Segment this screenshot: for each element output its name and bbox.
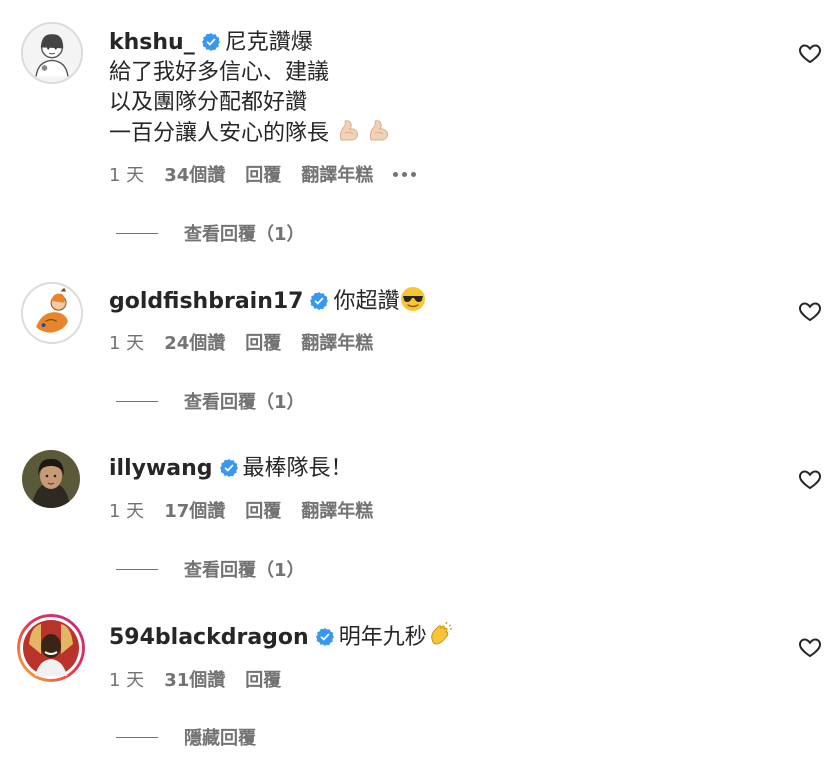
comment-text: 594blackdragon 明年九秒 bbox=[109, 622, 453, 653]
translate-button[interactable]: 翻譯年糕 bbox=[301, 329, 373, 355]
comment-line: 你超讚 bbox=[333, 289, 400, 314]
avatar-illustration bbox=[23, 24, 81, 82]
comment-text: illywang 最棒隊長！ bbox=[109, 454, 353, 484]
comment-line: 給了我好多信心、建議 bbox=[109, 60, 330, 85]
reply-button[interactable]: 回覆 bbox=[245, 666, 281, 692]
flexed-biceps-icon bbox=[366, 118, 392, 144]
flexed-biceps-icon bbox=[336, 118, 362, 144]
avatar[interactable] bbox=[21, 282, 83, 344]
more-options-icon[interactable] bbox=[393, 171, 417, 177]
hide-replies-label: 隱藏回覆 bbox=[184, 728, 256, 749]
reply-button[interactable]: 回覆 bbox=[245, 497, 281, 523]
comment-time[interactable]: 1 天 bbox=[109, 497, 144, 523]
verified-badge-icon bbox=[219, 458, 239, 478]
divider bbox=[116, 400, 158, 402]
comment-meta: 1 天 31個讚 回覆 bbox=[109, 666, 301, 692]
view-replies-label: 查看回覆（1） bbox=[184, 224, 305, 245]
comment-text: goldfishbrain17 你超讚 bbox=[109, 286, 426, 317]
comment-line: 最棒隊長！ bbox=[242, 456, 353, 481]
username-link[interactable]: illywang bbox=[109, 456, 213, 481]
reply-button[interactable]: 回覆 bbox=[245, 161, 281, 187]
like-heart-icon[interactable] bbox=[798, 467, 822, 491]
likes-count[interactable]: 24個讚 bbox=[164, 329, 225, 355]
username-link[interactable]: goldfishbrain17 bbox=[109, 289, 303, 314]
avatar[interactable] bbox=[22, 450, 80, 508]
verified-badge-icon bbox=[201, 32, 221, 52]
avatar-illustration bbox=[23, 284, 81, 342]
view-replies-label: 查看回覆（1） bbox=[184, 560, 305, 581]
divider bbox=[116, 568, 158, 570]
likes-count[interactable]: 31個讚 bbox=[164, 666, 225, 692]
reply-button[interactable]: 回覆 bbox=[245, 329, 281, 355]
comment-time[interactable]: 1 天 bbox=[109, 666, 144, 692]
hide-replies-button[interactable]: 隱藏回覆 bbox=[116, 724, 256, 750]
avatar-photo bbox=[17, 614, 85, 682]
view-replies-button[interactable]: 查看回覆（1） bbox=[116, 220, 305, 246]
comment-text: khshu_ 尼克讚爆 給了我好多信心、建議 以及團隊分配都好讚 一百分讓人安心的… bbox=[109, 28, 392, 149]
username-link[interactable]: khshu_ bbox=[109, 30, 195, 55]
like-heart-icon[interactable] bbox=[798, 635, 822, 659]
comment-meta: 1 天 17個讚 回覆 翻譯年糕 bbox=[109, 497, 393, 523]
comment-time[interactable]: 1 天 bbox=[109, 329, 144, 355]
divider bbox=[116, 232, 158, 234]
avatar[interactable] bbox=[21, 22, 83, 84]
like-heart-icon[interactable] bbox=[798, 41, 822, 65]
view-replies-label: 查看回覆（1） bbox=[184, 392, 305, 413]
comment-line: 以及團隊分配都好讚 bbox=[109, 90, 308, 115]
likes-count[interactable]: 17個讚 bbox=[164, 497, 225, 523]
comment-line: 尼克讚爆 bbox=[224, 30, 313, 55]
clapping-hands-icon bbox=[427, 622, 453, 648]
username-link[interactable]: 594blackdragon bbox=[109, 625, 309, 650]
avatar-photo bbox=[22, 450, 80, 508]
translate-button[interactable]: 翻譯年糕 bbox=[301, 497, 373, 523]
like-heart-icon[interactable] bbox=[798, 299, 822, 323]
verified-badge-icon bbox=[315, 627, 335, 647]
view-replies-button[interactable]: 查看回覆（1） bbox=[116, 388, 305, 414]
divider bbox=[116, 736, 158, 738]
comment-line: 明年九秒 bbox=[338, 625, 427, 650]
comment-line: 一百分讓人安心的隊長 bbox=[109, 121, 330, 146]
comment-meta: 1 天 34個讚 回覆 翻譯年糕 bbox=[109, 161, 417, 187]
verified-badge-icon bbox=[309, 291, 329, 311]
view-replies-button[interactable]: 查看回覆（1） bbox=[116, 556, 305, 582]
comment-meta: 1 天 24個讚 回覆 翻譯年糕 bbox=[109, 329, 393, 355]
sunglasses-face-icon bbox=[400, 286, 426, 312]
translate-button[interactable]: 翻譯年糕 bbox=[301, 161, 373, 187]
likes-count[interactable]: 34個讚 bbox=[164, 161, 225, 187]
story-ring-avatar[interactable] bbox=[17, 614, 85, 682]
comment-time[interactable]: 1 天 bbox=[109, 161, 144, 187]
